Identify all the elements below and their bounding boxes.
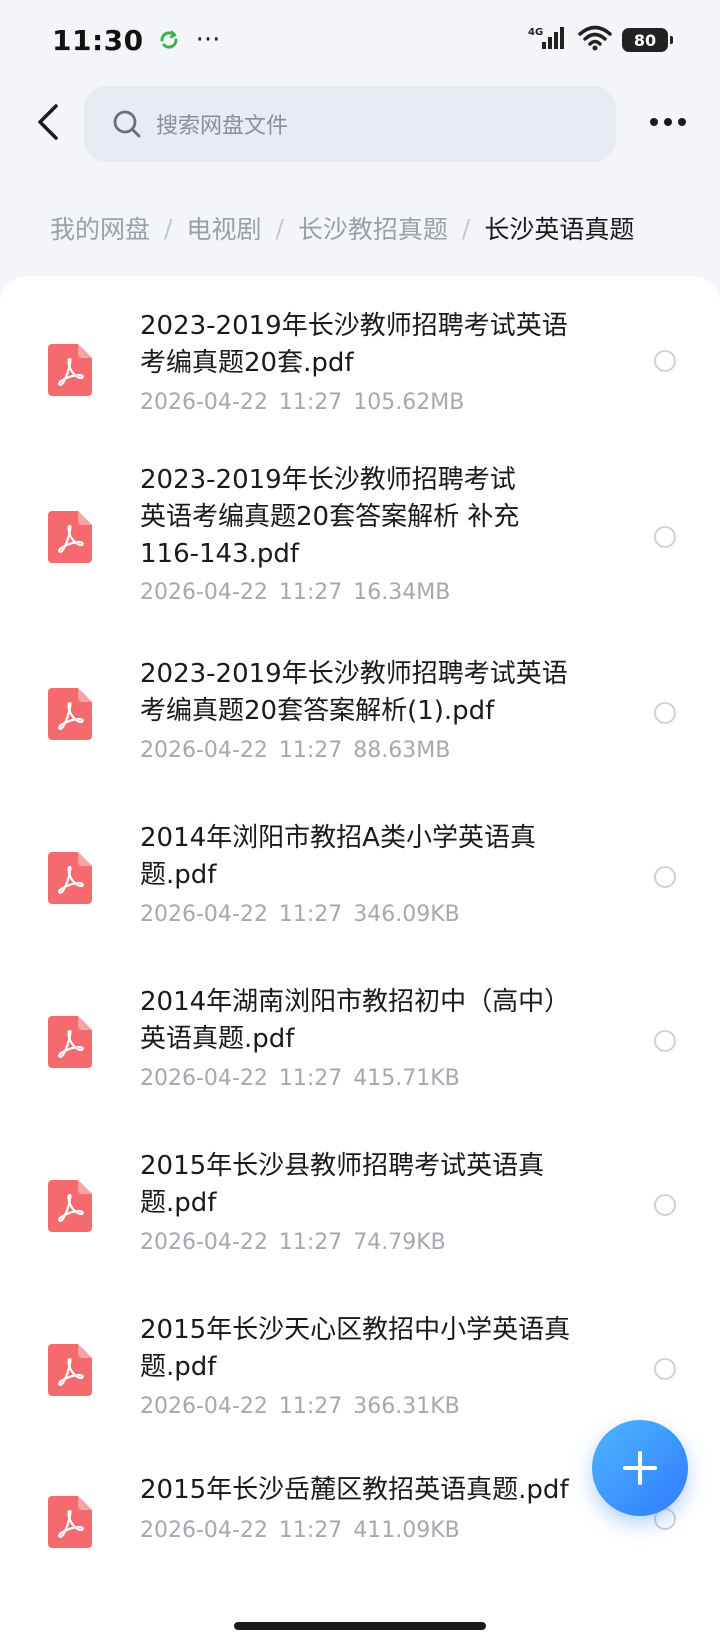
file-row[interactable]: 2015年长沙天心区教招中小学英语真 题.pdf 2026-04-22 11:2… (0, 1312, 720, 1432)
pdf-file-icon (48, 1344, 92, 1396)
file-size: 74.79KB (353, 1230, 446, 1255)
file-time: 11:27 (278, 1394, 343, 1419)
battery-level: 80 (633, 30, 657, 50)
breadcrumb-separator: / (164, 213, 173, 243)
file-date: 2026-04-22 (140, 902, 268, 927)
more-button[interactable] (644, 104, 692, 140)
more-icon (650, 118, 686, 126)
file-time: 11:27 (278, 902, 343, 927)
file-meta: 2026-04-22 11:27 88.63MB (140, 738, 450, 763)
file-time: 11:27 (278, 1230, 343, 1255)
status-time: 11:30 (52, 23, 144, 57)
file-size: 411.09KB (353, 1518, 460, 1543)
breadcrumb-separator: / (275, 213, 284, 243)
file-date: 2026-04-22 (140, 738, 268, 763)
chevron-left-icon (38, 104, 58, 140)
network-type: 4G (528, 27, 543, 38)
select-checkbox[interactable] (654, 702, 676, 724)
sync-icon (158, 29, 180, 51)
home-indicator[interactable] (234, 1622, 486, 1630)
select-checkbox[interactable] (654, 350, 676, 372)
file-date: 2026-04-22 (140, 1518, 268, 1543)
breadcrumb-current: 长沙英语真题 (484, 215, 635, 244)
file-date: 2026-04-22 (140, 390, 268, 415)
file-time: 11:27 (278, 390, 343, 415)
file-meta: 2026-04-22 11:27 16.34MB (140, 580, 450, 605)
plus-icon (623, 1451, 657, 1485)
file-name: 2015年长沙岳麓区教招英语真题.pdf (140, 1475, 569, 1505)
file-time: 11:27 (278, 1066, 343, 1091)
file-row[interactable]: 2014年湖南浏阳市教招初中（高中） 英语真题.pdf 2026-04-22 1… (0, 984, 720, 1104)
file-name: 2023-2019年长沙教师招聘考试英语 考编真题20套.pdf (140, 311, 568, 378)
file-size: 415.71KB (353, 1066, 460, 1091)
file-name: 2014年湖南浏阳市教招初中（高中） 英语真题.pdf (140, 987, 571, 1054)
file-name: 2015年长沙县教师招聘考试英语真 题.pdf (140, 1151, 545, 1218)
file-meta: 2026-04-22 11:27 346.09KB (140, 902, 460, 927)
file-name: 2023-2019年长沙教师招聘考试英语 考编真题20套答案解析(1).pdf (140, 659, 568, 726)
cellular-signal-icon: 4G (528, 25, 568, 55)
file-row[interactable]: 2023-2019年长沙教师招聘考试英语 考编真题20套答案解析(1).pdf … (0, 656, 720, 776)
back-button[interactable] (28, 98, 68, 146)
pdf-file-icon (48, 688, 92, 740)
file-size: 16.34MB (353, 580, 451, 605)
file-size: 346.09KB (353, 902, 460, 927)
file-date: 2026-04-22 (140, 1230, 268, 1255)
file-date: 2026-04-22 (140, 1066, 268, 1091)
file-meta: 2026-04-22 11:27 105.62MB (140, 390, 464, 415)
select-checkbox[interactable] (654, 526, 676, 548)
search-input[interactable]: 搜索网盘文件 (84, 86, 616, 162)
file-size: 105.62MB (353, 390, 465, 415)
file-meta: 2026-04-22 11:27 74.79KB (140, 1230, 446, 1255)
select-checkbox[interactable] (654, 866, 676, 888)
file-name: 2015年长沙天心区教招中小学英语真 题.pdf (140, 1315, 571, 1382)
pdf-file-icon (48, 1496, 92, 1548)
search-icon (113, 110, 141, 138)
file-size: 88.63MB (353, 738, 451, 763)
file-size: 366.31KB (353, 1394, 460, 1419)
file-meta: 2026-04-22 11:27 415.71KB (140, 1066, 460, 1091)
select-checkbox[interactable] (654, 1358, 676, 1380)
select-checkbox[interactable] (654, 1030, 676, 1052)
file-time: 11:27 (278, 1518, 343, 1543)
pdf-file-icon (48, 852, 92, 904)
add-fab-button[interactable] (592, 1420, 688, 1516)
file-meta: 2026-04-22 11:27 411.09KB (140, 1518, 460, 1543)
status-bar: 11:30 ··· 4G 80 (0, 0, 720, 80)
file-row[interactable]: 2015年长沙县教师招聘考试英语真 题.pdf 2026-04-22 11:27… (0, 1148, 720, 1268)
file-name: 2014年浏阳市教招A类小学英语真 题.pdf (140, 823, 536, 890)
select-checkbox[interactable] (654, 1194, 676, 1216)
pdf-file-icon (48, 1180, 92, 1232)
file-row[interactable]: 2023-2019年长沙教师招聘考试 英语考编真题20套答案解析 补充 116-… (0, 462, 720, 622)
pdf-file-icon (48, 511, 92, 563)
file-meta: 2026-04-22 11:27 366.31KB (140, 1394, 460, 1419)
more-notifications-icon: ··· (195, 25, 221, 55)
pdf-file-icon (48, 344, 92, 396)
file-time: 11:27 (278, 738, 343, 763)
file-date: 2026-04-22 (140, 1394, 268, 1419)
file-name: 2023-2019年长沙教师招聘考试 英语考编真题20套答案解析 补充 116-… (140, 465, 520, 569)
file-date: 2026-04-22 (140, 580, 268, 605)
wifi-icon (578, 25, 612, 55)
battery-icon: 80 (622, 28, 673, 52)
breadcrumb-item-changsha-exams[interactable]: 长沙教招真题 (298, 210, 448, 246)
breadcrumb-separator: / (461, 213, 471, 243)
breadcrumb: 我的网盘 / 电视剧 / 长沙教招真题 / 长沙英语真题 (50, 206, 634, 250)
file-time: 11:27 (278, 580, 343, 605)
search-placeholder: 搜索网盘文件 (156, 114, 289, 139)
file-row[interactable]: 2014年浏阳市教招A类小学英语真 题.pdf 2026-04-22 11:27… (0, 820, 720, 940)
breadcrumb-item-tv-series[interactable]: 电视剧 (186, 210, 261, 246)
pdf-file-icon (48, 1016, 92, 1068)
top-bar: 搜索网盘文件 (0, 82, 720, 162)
file-row[interactable]: 2023-2019年长沙教师招聘考试英语 考编真题20套.pdf 2026-04… (0, 306, 720, 426)
breadcrumb-item-my-disk[interactable]: 我的网盘 (50, 210, 150, 246)
